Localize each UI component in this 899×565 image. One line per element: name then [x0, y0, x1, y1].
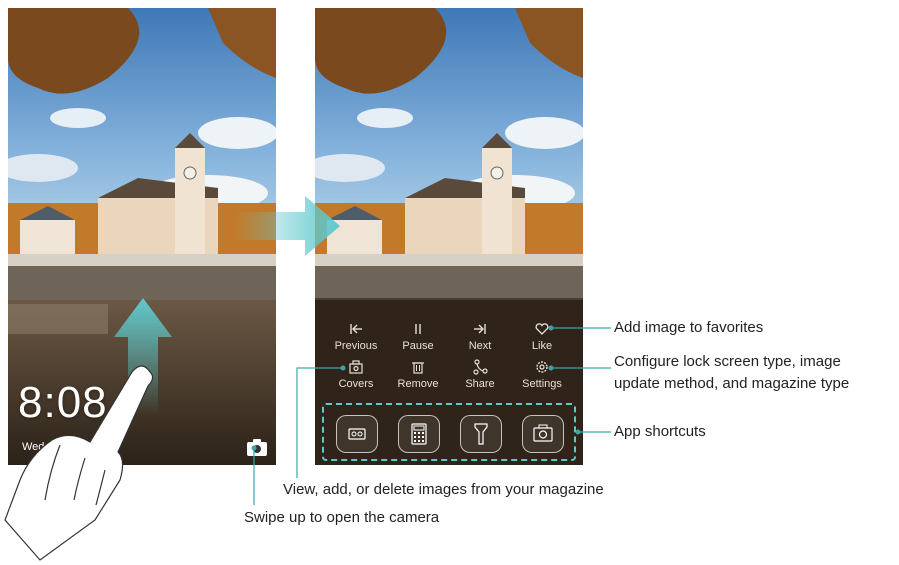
camera-icon	[533, 424, 553, 442]
annotation-images: View, add, or delete images from your ma…	[283, 481, 604, 498]
calculator-icon	[411, 423, 427, 445]
lockscreen-left: 8:08 Wed.	[8, 8, 276, 465]
trash-icon	[412, 362, 424, 374]
pause-label: Pause	[402, 340, 434, 352]
like-label: Like	[531, 340, 553, 352]
next-icon	[474, 324, 486, 334]
next-label: Next	[468, 340, 492, 352]
app-shortcuts-tray	[322, 403, 576, 461]
voice-recorder-shortcut[interactable]	[336, 415, 378, 453]
lockscreen-date: Wed.	[22, 441, 48, 453]
annotation-shortcuts: App shortcuts	[614, 423, 706, 440]
share-button[interactable]: Share	[447, 359, 513, 390]
camera-icon[interactable]	[246, 437, 268, 457]
settings-label: Settings	[522, 378, 562, 390]
remove-button[interactable]: Remove	[385, 359, 451, 390]
annotation-configure-line2: update method, and magazine type	[614, 375, 850, 392]
lockscreen-clock: 8:08	[18, 378, 108, 427]
covers-button[interactable]: Covers	[323, 359, 389, 390]
remove-label: Remove	[397, 378, 439, 390]
calculator-shortcut[interactable]	[398, 415, 440, 453]
covers-icon	[349, 360, 363, 374]
share-icon	[473, 359, 488, 375]
next-button[interactable]: Next	[447, 321, 513, 352]
pause-button[interactable]: Pause	[385, 321, 451, 352]
share-label: Share	[465, 378, 495, 390]
previous-button[interactable]: Previous	[323, 321, 389, 352]
heart-icon	[535, 323, 549, 335]
like-button[interactable]: Like	[509, 321, 575, 352]
annotation-configure-line1: Configure lock screen type, image	[614, 353, 841, 370]
pause-icon	[415, 324, 421, 334]
previous-icon	[350, 324, 362, 334]
flashlight-icon	[474, 423, 488, 445]
voice-recorder-icon	[348, 428, 366, 440]
camera-shortcut[interactable]	[522, 415, 564, 453]
previous-label: Previous	[334, 340, 378, 352]
gear-icon	[536, 361, 548, 373]
annotation-camera: Swipe up to open the camera	[244, 509, 440, 526]
annotation-favorites: Add image to favorites	[614, 319, 764, 336]
covers-label: Covers	[338, 378, 374, 390]
lockscreen-right: Previous Pause Next Like Covers Remove S…	[315, 8, 583, 465]
settings-button[interactable]: Settings	[509, 359, 575, 390]
flashlight-shortcut[interactable]	[460, 415, 502, 453]
